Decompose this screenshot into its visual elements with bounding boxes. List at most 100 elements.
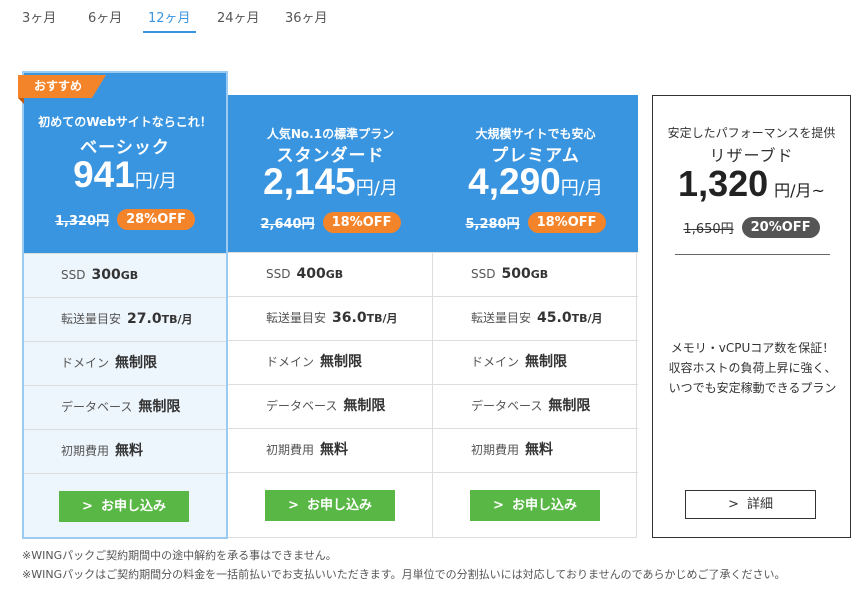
plan-description: メモリ・vCPUコア数を保証！収容ホストの負荷上昇に強く、いつでも安定稼動できる… xyxy=(668,341,837,395)
tab-3-months[interactable]: 3ヶ月 xyxy=(22,7,56,29)
plan-price: 941円/月 xyxy=(24,154,226,196)
spec-unit: GB xyxy=(325,268,344,281)
spec-number: 500 xyxy=(501,266,531,282)
spec-label: データベース xyxy=(266,399,338,413)
spec-row-transfer: 転送量目安 45.0TB/月 xyxy=(433,296,638,340)
spec-value: 300GB xyxy=(91,267,138,283)
recommended-badge: おすすめ xyxy=(18,75,106,98)
tab-36-months[interactable]: 36ヶ月 xyxy=(285,7,328,29)
spec-label: SSD xyxy=(471,267,496,281)
plan-discount: 5,280円 18%OFF xyxy=(433,212,638,233)
plan-discount: 1,650円 20%OFF xyxy=(653,217,850,238)
column-divider xyxy=(432,252,433,537)
plan-tagline: 安定したパフォーマンスを提供 xyxy=(667,126,836,140)
spec-value: 無制限 xyxy=(115,355,158,371)
tab-12-months[interactable]: 12ヶ月 xyxy=(143,7,196,33)
spec-number: 45.0 xyxy=(537,310,572,326)
spec-value: 無制限 xyxy=(525,354,568,370)
spec-row-setup-fee: 初期費用 無料 xyxy=(228,428,433,472)
plan-discount: 2,640円 18%OFF xyxy=(228,212,433,233)
spec-label: ドメイン xyxy=(61,356,110,370)
spec-value: 無料 xyxy=(320,442,349,458)
details-button[interactable]: > 詳細 xyxy=(685,490,816,519)
discount-badge: 20%OFF xyxy=(741,217,820,238)
spec-value: 無制限 xyxy=(138,399,181,415)
button-cell: > お申し込み xyxy=(433,472,638,538)
plan-price: 2,145円/月 xyxy=(228,161,433,203)
apply-button-label: お申し込み xyxy=(306,498,372,513)
plan-price: 1,320 円/月~ xyxy=(653,163,850,205)
spec-row-domain: ドメイン 無制限 xyxy=(24,341,226,385)
tab-24-months[interactable]: 24ヶ月 xyxy=(217,7,260,29)
apply-button-standard[interactable]: > お申し込み xyxy=(265,490,395,521)
spec-label: データベース xyxy=(471,399,543,413)
spec-value: 無制限 xyxy=(548,398,591,414)
apply-button-label: お申し込み xyxy=(511,498,577,513)
chevron-right-icon: > xyxy=(288,498,299,513)
tab-6-months[interactable]: 6ヶ月 xyxy=(88,7,122,29)
chevron-right-icon: > xyxy=(728,497,739,512)
spec-value: 無料 xyxy=(525,442,554,458)
spec-value: 500GB xyxy=(501,266,548,282)
details-button-label: 詳細 xyxy=(746,497,773,512)
discount-badge: 18%OFF xyxy=(322,212,401,233)
price-unit: 円/月 xyxy=(355,178,398,199)
spec-label: ドメイン xyxy=(266,355,315,369)
chevron-right-icon: > xyxy=(82,499,93,514)
spec-value: 400GB xyxy=(296,266,343,282)
spec-value: 45.0TB/月 xyxy=(537,310,602,326)
spec-row-database: データベース 無制限 xyxy=(24,385,226,429)
plan-card-reserved: 安定したパフォーマンスを提供 リザーブド 1,320 円/月~ 1,650円 20%… xyxy=(652,95,851,538)
button-cell: > お申し込み xyxy=(24,473,226,539)
spec-label: 転送量目安 xyxy=(471,311,532,325)
spec-label: データベース xyxy=(61,400,133,414)
plan-price: 4,290円/月 xyxy=(433,161,638,203)
price-value: 4,290 xyxy=(468,161,561,202)
spec-unit: TB/月 xyxy=(571,312,603,325)
discount-badge: 28%OFF xyxy=(117,209,196,230)
spec-label: 転送量目安 xyxy=(61,312,122,326)
spec-number: 300 xyxy=(91,267,121,283)
spec-number: 36.0 xyxy=(332,310,367,326)
spec-value: 無制限 xyxy=(343,398,386,414)
spec-row-ssd: SSD 400GB xyxy=(228,252,433,296)
billing-period-tabs: 3ヶ月 6ヶ月 12ヶ月 24ヶ月 36ヶ月 xyxy=(0,0,866,34)
price-unit: 円/月 xyxy=(560,178,603,199)
footnotes: ※WINGパックご契約期間中の途中解約を承る事はできません。 ※WINGパックは… xyxy=(22,546,786,584)
spec-label: 初期費用 xyxy=(61,444,110,458)
original-price: 1,320円 xyxy=(54,214,110,229)
spec-row-database: データベース 無制限 xyxy=(433,384,638,428)
spec-value: 36.0TB/月 xyxy=(332,310,397,326)
spec-value: 無制限 xyxy=(320,354,363,370)
plan-card-basic: 初めてのWebサイトならこれ！ ベーシック 941円/月 1,320円 28%OF… xyxy=(18,71,228,539)
original-price: 1,650円 xyxy=(683,222,734,237)
price-unit: 円/月 xyxy=(134,171,177,192)
spec-row-setup-fee: 初期費用 無料 xyxy=(433,428,638,472)
spec-unit: GB xyxy=(120,269,139,282)
chevron-right-icon: > xyxy=(493,498,504,513)
price-value: 1,320 xyxy=(678,163,769,204)
original-price: 5,280円 xyxy=(465,217,520,232)
spec-row-domain: ドメイン 無制限 xyxy=(228,340,433,384)
ribbon-fold xyxy=(18,98,24,104)
apply-button-premium[interactable]: > お申し込み xyxy=(470,490,600,521)
footnote: ※WINGパックはご契約期間分の料金を一括前払いでお支払いいただきます。月単位で… xyxy=(22,568,786,581)
spec-row-transfer: 転送量目安 27.0TB/月 xyxy=(24,297,226,341)
spec-row-setup-fee: 初期費用 無料 xyxy=(24,429,226,473)
price-value: 941 xyxy=(73,154,135,195)
divider xyxy=(675,254,830,255)
apply-button-basic[interactable]: > お申し込み xyxy=(59,491,189,522)
spec-value: 27.0TB/月 xyxy=(127,311,192,327)
plan-header: 人気No.1の標準プラン スタンダード 2,145円/月 2,640円 18%OF… xyxy=(228,95,433,252)
spec-value: 無料 xyxy=(115,443,144,459)
spec-unit: GB xyxy=(530,268,549,281)
spec-number: 27.0 xyxy=(127,311,162,327)
plan-header: 初めてのWebサイトならこれ！ ベーシック 941円/月 1,320円 28%OF… xyxy=(24,73,226,253)
spec-number: 400 xyxy=(296,266,326,282)
plan-tagline: 人気No.1の標準プラン xyxy=(266,127,395,141)
discount-badge: 18%OFF xyxy=(527,212,606,233)
original-price: 2,640円 xyxy=(260,217,315,232)
spec-row-ssd: SSD 500GB xyxy=(433,252,638,296)
spec-row-domain: ドメイン 無制限 xyxy=(433,340,638,384)
spec-label: SSD xyxy=(266,267,291,281)
